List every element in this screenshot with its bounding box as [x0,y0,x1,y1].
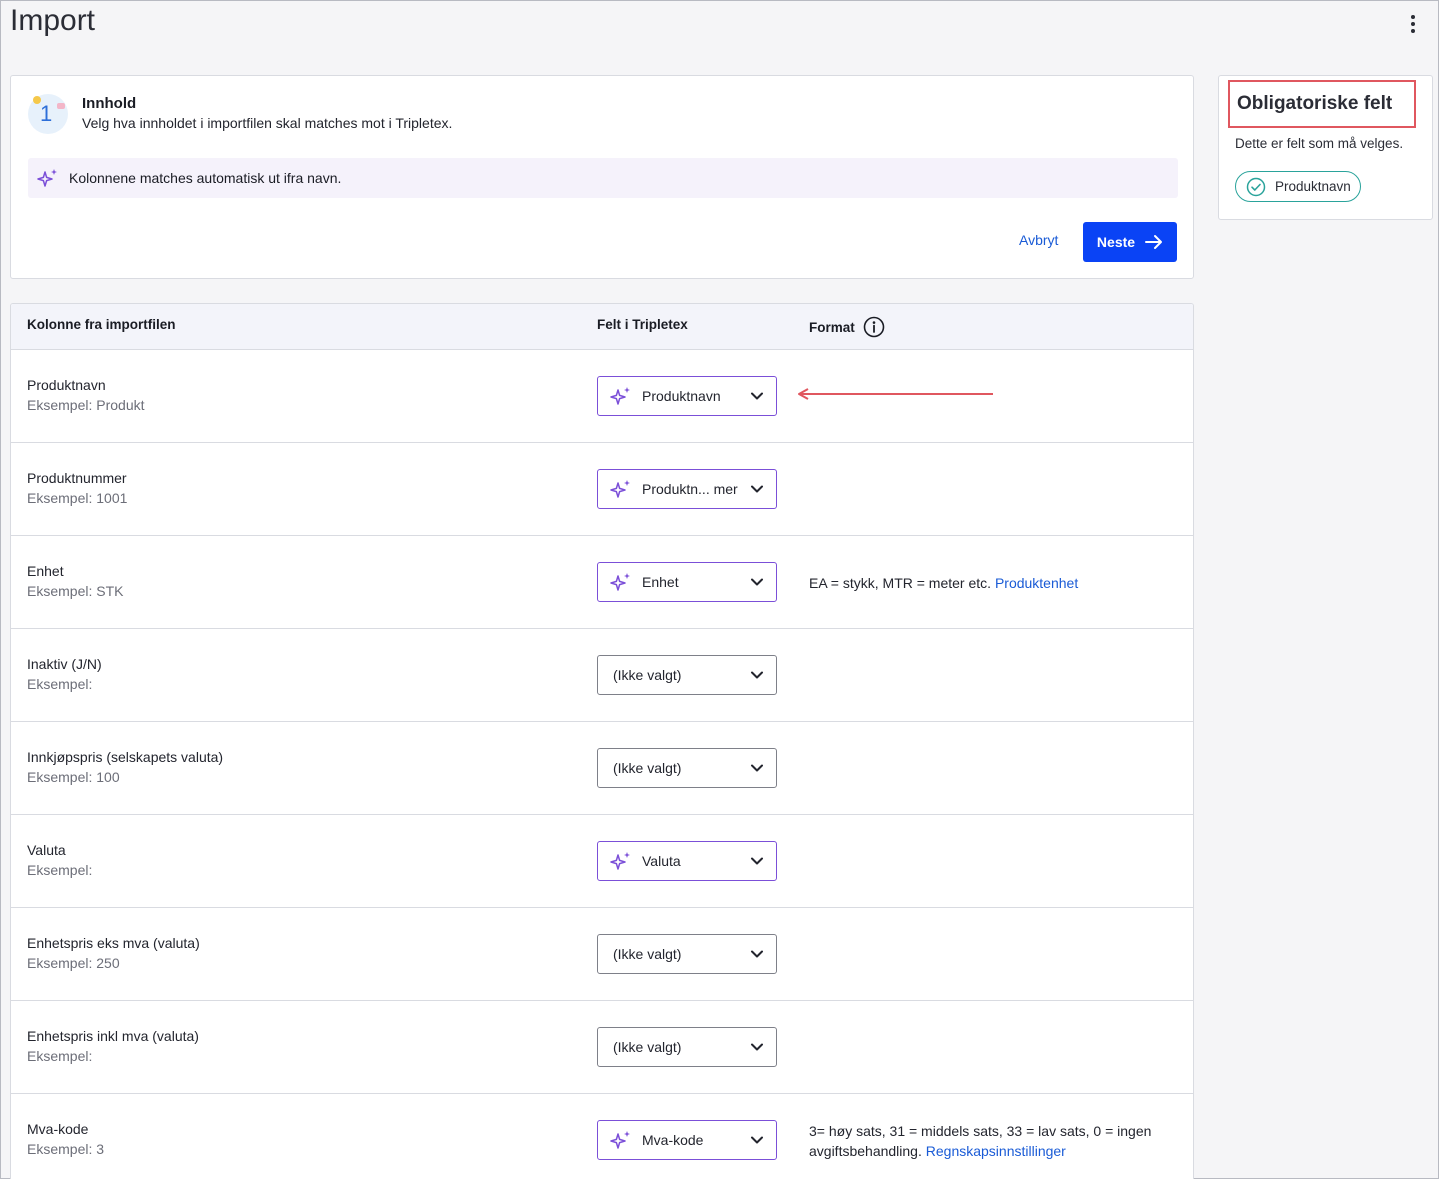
field-select-value: Mva-kode [642,1132,704,1148]
field-select[interactable]: Valuta [597,841,777,881]
page-title: Import [10,4,96,37]
row-column-name: Enhet [27,563,64,579]
field-select-value: Produktnavn [642,388,721,404]
row-column-example: Eksempel: 250 [27,955,120,971]
mapping-table: Kolonne fra importfilen Felt i Tripletex… [10,303,1194,1179]
field-select-value: (Ikke valgt) [613,1039,682,1055]
row-column-name: Produktnavn [27,377,106,393]
row-column-name: Enhetspris eks mva (valuta) [27,935,200,951]
field-select[interactable]: Produktn... mer [597,469,777,509]
field-select-value: Produktn... mer [642,481,738,497]
next-button-label: Neste [1096,234,1136,250]
row-column-name: Inaktiv (J/N) [27,656,102,672]
row-column-name: Enhetspris inkl mva (valuta) [27,1028,199,1044]
row-column-name: Innkjøpspris (selskapets valuta) [27,749,224,765]
row-column-example: Eksempel: [27,676,93,692]
row-format-link[interactable]: Regnskapsinnstillinger [926,1143,1066,1159]
field-select-value: Valuta [642,853,681,869]
field-select-value: Enhet [642,574,679,590]
row-column-example: Eksempel: [27,862,93,878]
row-column-example: Eksempel: STK [27,583,124,599]
column-header-format-label: Format [809,319,855,335]
step-number: 1 [40,101,53,126]
table-row: Produktnavn Eksempel: Produkt Produktnavn [11,350,1193,443]
row-format-link[interactable]: Produktenhet [995,575,1078,591]
more-vertical-icon [1411,15,1415,33]
chevron-down-icon [751,671,763,679]
table-row: Enhetspris inkl mva (valuta) Eksempel: (Ik… [11,1001,1193,1094]
required-title-highlight: Obligatoriske felt [1228,80,1416,128]
sparkle-icon [37,169,57,187]
required-fields-card: Obligatoriske felt Dette er felt som må … [1218,75,1433,220]
required-chip-label: Produktnavn [1275,179,1351,194]
row-column-example: Eksempel: 3 [27,1141,105,1157]
sparkle-icon [610,852,630,870]
sparkle-icon [610,1131,630,1149]
table-row: Enhetspris eks mva (valuta) Eksempel: 250… [11,908,1193,1001]
ai-banner: Kolonnene matches automatisk ut ifra nav… [28,158,1178,198]
row-column-name: Valuta [27,842,66,858]
cancel-button[interactable]: Avbryt [1019,232,1058,248]
row-format-text: EA = stykk, MTR = meter etc. [809,575,995,591]
table-row: Enhet Eksempel: STK Enhet EA = stykk, MTR =… [11,536,1193,629]
required-description: Dette er felt som må velges. [1235,136,1404,151]
row-format: 3= høy sats, 31 = middels sats, 33 = lav… [809,1121,1179,1161]
field-select[interactable]: (Ikke valgt) [597,748,777,788]
step-description: Velg hva innholdet i importfilen skal ma… [82,115,453,131]
table-body: Produktnavn Eksempel: Produkt Produktnavn P… [11,350,1193,1179]
field-select-value: (Ikke valgt) [613,946,682,962]
field-select[interactable]: (Ikke valgt) [597,655,777,695]
more-options-button[interactable] [1401,12,1425,36]
step-title: Innhold [82,95,137,112]
field-select-value: (Ikke valgt) [613,760,682,776]
column-header-source: Kolonne fra importfilen [27,317,176,332]
field-select[interactable]: Produktnavn [597,376,777,416]
sparkle-icon [610,387,630,405]
table-row: Produktnummer Eksempel: 1001 Produktn... m… [11,443,1193,536]
check-circle-icon [1246,177,1266,196]
row-column-example: Eksempel: 100 [27,769,120,785]
required-title: Obligatoriske felt [1237,93,1393,114]
chevron-down-icon [751,950,763,958]
field-select[interactable]: Enhet [597,562,777,602]
row-column-name: Produktnummer [27,470,127,486]
field-select-value: (Ikke valgt) [613,667,682,683]
sparkle-icon [610,573,630,591]
table-header: Kolonne fra importfilen Felt i Tripletex… [11,304,1193,350]
info-icon[interactable] [863,316,885,338]
next-button[interactable]: Neste [1083,222,1177,262]
column-header-format: Format [809,316,885,338]
field-select[interactable]: Mva-kode [597,1120,777,1160]
row-column-example: Eksempel: 1001 [27,490,128,506]
field-select[interactable]: (Ikke valgt) [597,1027,777,1067]
ai-banner-text: Kolonnene matches automatisk ut ifra nav… [69,170,342,186]
step-badge: 1 [28,94,68,134]
row-column-example: Eksempel: [27,1048,93,1064]
sparkle-icon [610,480,630,498]
field-select[interactable]: (Ikke valgt) [597,934,777,974]
chevron-down-icon [751,1136,763,1144]
column-header-field: Felt i Tripletex [597,317,688,332]
table-row: Valuta Eksempel: Valuta [11,815,1193,908]
row-column-example: Eksempel: Produkt [27,397,145,413]
chevron-down-icon [751,764,763,772]
row-column-name: Mva-kode [27,1121,89,1137]
chevron-down-icon [751,485,763,493]
chevron-down-icon [751,857,763,865]
table-row: Mva-kode Eksempel: 3 Mva-kode 3= høy sats, … [11,1094,1193,1179]
chevron-down-icon [751,392,763,400]
table-row: Innkjøpspris (selskapets valuta) Eksempel… [11,722,1193,815]
row-format: EA = stykk, MTR = meter etc. Produktenhe… [809,573,1179,593]
chevron-down-icon [751,578,763,586]
annotation-arrow-icon [798,388,993,400]
step-header: 1 Innhold Velg hva innholdet i importfil… [28,94,452,134]
required-chip: Produktnavn [1235,171,1361,202]
table-row: Inaktiv (J/N) Eksempel: (Ikke valgt) [11,629,1193,722]
chevron-down-icon [751,1043,763,1051]
step-card: 1 Innhold Velg hva innholdet i importfil… [10,75,1194,279]
badge-shape-icon [57,103,65,109]
arrow-right-icon [1145,235,1163,249]
